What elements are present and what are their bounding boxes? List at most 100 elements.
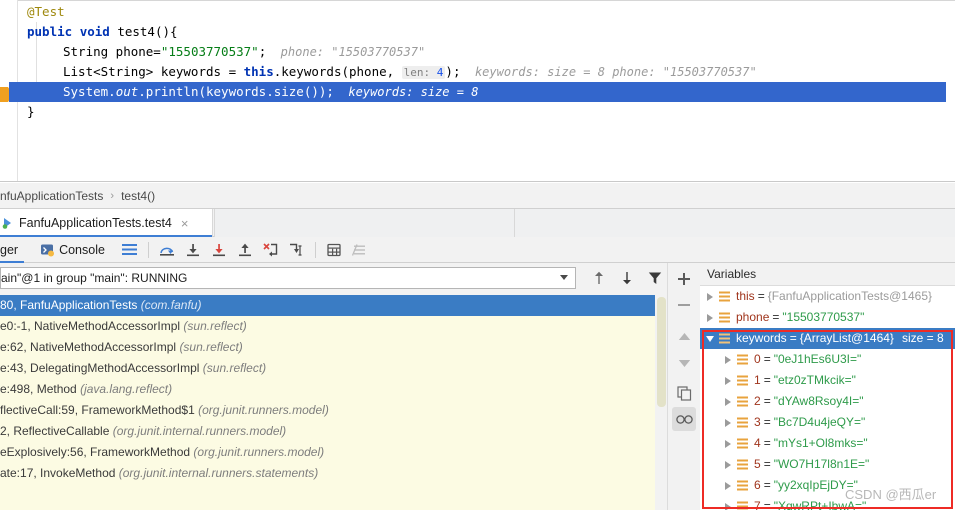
expand-arrow-icon[interactable]	[704, 313, 716, 322]
field-icon	[719, 333, 730, 344]
thread-dropdown[interactable]: ain"@1 in group "main": RUNNING	[0, 267, 576, 289]
frame-row[interactable]: 80, FanfuApplicationTests (com.fanfu)	[0, 295, 655, 316]
field-icon	[719, 312, 730, 323]
chevron-down-icon	[560, 275, 568, 280]
step-over-icon[interactable]	[156, 239, 178, 261]
drop-frame-icon[interactable]	[260, 239, 282, 261]
frame-row[interactable]: 2, ReflectiveCallable (org.junit.interna…	[0, 421, 655, 442]
variable-row-index-2[interactable]: 2 = "dYAw8Rsoy4I="	[700, 391, 955, 412]
frame-package: (sun.reflect)	[202, 361, 267, 375]
step-out-icon[interactable]	[234, 239, 256, 261]
param-hint-len: len: 4	[401, 66, 446, 79]
close-icon[interactable]: ×	[181, 216, 189, 231]
tab-debugger-label: ger	[0, 242, 19, 257]
variable-name: 1	[754, 373, 761, 387]
inspect-icon[interactable]	[672, 407, 696, 431]
variable-equals: =	[763, 415, 771, 429]
thread-selected-label: ain"@1 in group "main": RUNNING	[1, 271, 188, 285]
evaluate-expression-icon[interactable]	[323, 239, 345, 261]
keyword-void: void	[79, 24, 110, 39]
expand-arrow-icon[interactable]	[722, 376, 734, 385]
variable-equals: =	[763, 478, 771, 492]
tab-debugger[interactable]: ger	[0, 237, 25, 263]
expand-arrow-icon[interactable]	[722, 439, 734, 448]
variable-row-keywords[interactable]: keywords = {ArrayList@1464} size = 8	[700, 328, 955, 349]
mute-breakpoints-icon[interactable]	[349, 239, 371, 261]
expand-arrow-icon[interactable]	[722, 460, 734, 469]
keyword-public: public	[27, 24, 73, 39]
code-line-current[interactable]: System.out.println(keywords.size()); key…	[9, 82, 946, 102]
frames-list[interactable]: 80, FanfuApplicationTests (com.fanfu) e0…	[0, 295, 655, 510]
variable-row-index-1[interactable]: 1 = "etz0zTMkcik="	[700, 370, 955, 391]
expand-arrow-icon[interactable]	[722, 355, 734, 364]
variable-row-index-4[interactable]: 4 = "mYs1+Ol8mks="	[700, 433, 955, 454]
field-icon	[737, 438, 748, 449]
code-line[interactable]: List<String> keywords = this.keywords(ph…	[18, 62, 945, 82]
frame-row[interactable]: e:498, Method (java.lang.reflect)	[0, 379, 655, 400]
code-editor[interactable]: @Test public void test4(){ String phone=…	[0, 0, 955, 182]
method-name: test4	[117, 24, 155, 39]
code-line[interactable]: public void test4(){	[18, 22, 945, 42]
breadcrumb-class[interactable]: nfuApplicationTests	[0, 189, 103, 203]
code-line[interactable]: @Test	[18, 2, 945, 22]
step-up-button[interactable]	[590, 269, 608, 287]
variables-tree[interactable]: this = {FanfuApplicationTests@1465} phon…	[700, 286, 955, 510]
collapse-arrow-icon[interactable]	[704, 335, 716, 342]
variable-row-index-5[interactable]: 5 = "WO7H17l8n1E="	[700, 454, 955, 475]
remove-watch-icon[interactable]	[672, 293, 696, 317]
add-watch-icon[interactable]	[672, 267, 696, 291]
frame-row[interactable]: ate:17, InvokeMethod (org.junit.internal…	[0, 463, 655, 484]
tab-console-label: Console	[59, 242, 105, 257]
run-to-cursor-icon[interactable]	[286, 239, 308, 261]
field-icon	[737, 354, 748, 365]
frames-scrollbar[interactable]	[655, 295, 667, 510]
code-line[interactable]: }	[18, 102, 945, 122]
expand-arrow-icon[interactable]	[722, 481, 734, 490]
move-up-icon[interactable]	[672, 325, 696, 349]
method-paren: (){	[154, 24, 178, 39]
frame-row[interactable]: eExplosively:56, FrameworkMethod (org.ju…	[0, 442, 655, 463]
expand-arrow-icon[interactable]	[722, 418, 734, 427]
frame-package: (com.fanfu)	[140, 298, 202, 312]
toolbar-separator	[314, 241, 316, 258]
variable-row-phone[interactable]: phone = "15503770537"	[700, 307, 955, 328]
layout-settings-icon[interactable]	[119, 239, 141, 261]
copy-value-icon[interactable]	[672, 381, 696, 405]
variable-row-this[interactable]: this = {FanfuApplicationTests@1465}	[700, 286, 955, 307]
frames-scrollbar-thumb[interactable]	[657, 297, 666, 407]
frame-row[interactable]: e:62, NativeMethodAccessorImpl (sun.refl…	[0, 337, 655, 358]
variable-value: "mYs1+Ol8mks="	[773, 436, 868, 450]
field-out: out	[115, 84, 139, 99]
variable-name: 2	[754, 394, 761, 408]
code-line[interactable]: String phone="15503770537"; phone: "1550…	[18, 42, 945, 62]
breadcrumb-method[interactable]: test4()	[121, 189, 155, 203]
variable-value: "0eJ1hEs6U3I="	[773, 352, 862, 366]
keyword-this: this	[243, 64, 274, 79]
variable-row-index-0[interactable]: 0 = "0eJ1hEs6U3I="	[700, 349, 955, 370]
tab-console[interactable]: Console	[34, 237, 111, 263]
field-icon	[737, 501, 748, 510]
field-icon	[737, 417, 748, 428]
declaration-phone: String phone=	[63, 44, 161, 59]
move-down-icon[interactable]	[672, 351, 696, 375]
step-down-button[interactable]	[618, 269, 636, 287]
variable-name: 7	[754, 499, 761, 510]
variable-value: "etz0zTMkcik="	[773, 373, 856, 387]
editor-top-border	[0, 0, 955, 1]
expand-arrow-icon[interactable]	[722, 502, 734, 510]
filter-icon[interactable]	[646, 269, 664, 287]
run-tab-fanfu-test4[interactable]: FanfuApplicationTests.test4 ×	[0, 209, 213, 237]
variable-row-index-3[interactable]: 3 = "Bc7D4u4jeQY="	[700, 412, 955, 433]
variable-value: "WO7H17l8n1E="	[773, 457, 870, 471]
expand-arrow-icon[interactable]	[704, 292, 716, 301]
frame-row[interactable]: e0:-1, NativeMethodAccessorImpl (sun.ref…	[0, 316, 655, 337]
variable-value: {FanfuApplicationTests@1465}	[767, 289, 932, 303]
force-step-into-icon[interactable]	[208, 239, 230, 261]
step-into-icon[interactable]	[182, 239, 204, 261]
frame-row[interactable]: e:43, DelegatingMethodAccessorImpl (sun.…	[0, 358, 655, 379]
frame-location: eExplosively:56, FrameworkMethod	[0, 445, 191, 459]
expand-arrow-icon[interactable]	[722, 397, 734, 406]
frame-row[interactable]: flectiveCall:59, FrameworkMethod$1 (org.…	[0, 400, 655, 421]
variable-name: 0	[754, 352, 761, 366]
console-icon	[41, 244, 55, 256]
